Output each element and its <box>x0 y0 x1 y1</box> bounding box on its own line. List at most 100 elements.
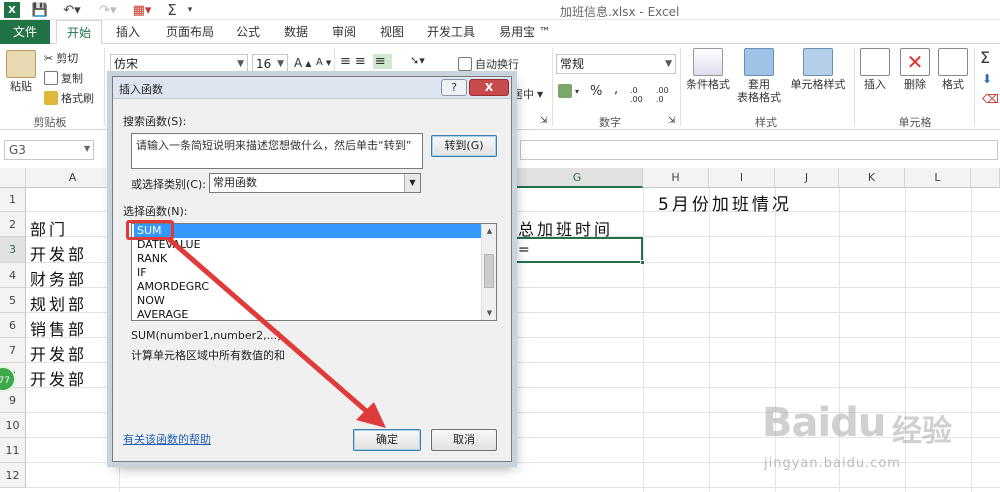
cancel-button[interactable]: 取消 <box>431 429 497 451</box>
tab-formulas[interactable]: 公式 <box>228 20 268 44</box>
shrink-font-button[interactable]: A ▼ <box>316 57 331 68</box>
select-all-corner[interactable] <box>0 168 26 188</box>
dialog-help-button[interactable]: ? <box>441 79 467 96</box>
search-function-input[interactable]: 请输入一条简短说明来描述您想做什么，然后单击“转到” <box>131 133 423 169</box>
formula-input[interactable] <box>520 140 998 160</box>
autosum-icon[interactable]: Σ <box>980 48 990 67</box>
category-select[interactable]: 常用函数 ▼ <box>209 173 421 193</box>
redo-icon[interactable]: ↷▾ <box>96 2 120 18</box>
chevron-down-icon: ▼ <box>537 89 544 99</box>
function-item-average[interactable]: AVERAGE <box>134 308 482 320</box>
align-top-buttons[interactable]: ≡≡ ≡ <box>340 54 392 69</box>
row-header-10[interactable]: 10 <box>0 413 26 438</box>
tab-page-layout[interactable]: 页面布局 <box>158 20 222 44</box>
accounting-format-button[interactable]: ▾ <box>558 84 579 98</box>
delete-cells-button[interactable]: ✕ 删除 <box>898 48 932 91</box>
wrap-text-button[interactable]: 自动换行 <box>458 56 519 72</box>
copy-button[interactable]: 复制 <box>44 70 83 86</box>
chevron-down-icon[interactable]: ▼ <box>404 174 420 192</box>
function-list-scrollbar[interactable]: ▲ ▼ <box>481 224 496 320</box>
scroll-up-icon[interactable]: ▲ <box>482 224 496 238</box>
format-cells-button[interactable]: 格式 <box>936 48 970 91</box>
function-item-now[interactable]: NOW <box>134 294 482 308</box>
function-item-amordegrc[interactable]: AMORDEGRC <box>134 280 482 294</box>
tab-home[interactable]: 开始 <box>56 20 102 44</box>
cell-a2[interactable]: 部门 <box>30 216 68 240</box>
tab-yiyongbao[interactable]: 易用宝 ™ <box>492 20 558 44</box>
cell-a5[interactable]: 规划部 <box>30 291 87 315</box>
column-header-a[interactable]: A <box>26 168 120 188</box>
format-painter-button[interactable]: 格式刷 <box>44 90 94 106</box>
scroll-down-icon[interactable]: ▼ <box>482 306 496 320</box>
row-header-3[interactable]: 3 <box>0 237 26 263</box>
cell-a8[interactable]: 开发部 <box>30 366 87 390</box>
scroll-thumb[interactable] <box>484 254 494 288</box>
row-header-5[interactable]: 5 <box>0 288 26 313</box>
row-header-6[interactable]: 6 <box>0 313 26 338</box>
fill-handle[interactable] <box>640 260 645 265</box>
clear-icon[interactable]: ⌫ <box>982 92 999 106</box>
row-header-1[interactable]: 1 <box>0 188 26 212</box>
increase-decimal-button[interactable]: .0 .00 <box>630 86 650 104</box>
number-dialog-launcher-icon[interactable]: ⇲ <box>668 116 676 126</box>
undo-icon[interactable]: ↶▾ <box>60 2 84 18</box>
comma-button[interactable]: , <box>614 82 618 97</box>
row-header-12[interactable]: 12 <box>0 463 26 488</box>
function-item-if[interactable]: IF <box>134 266 482 280</box>
alignment-dialog-launcher-icon[interactable]: ⇲ <box>540 116 548 126</box>
font-name-select[interactable]: 仿宋 ▼ <box>110 54 248 74</box>
cell-a4[interactable]: 财务部 <box>30 266 87 290</box>
function-list[interactable]: SUM DATEVALUE RANK IF AMORDEGRC NOW AVER… <box>131 223 497 321</box>
tab-file[interactable]: 文件 <box>0 20 50 44</box>
column-header-g[interactable]: G <box>512 168 643 188</box>
tab-developer[interactable]: 开发工具 <box>420 20 482 44</box>
merge-center-button[interactable]: 居中 ▼ <box>512 86 543 102</box>
dialog-close-button[interactable]: X <box>469 79 509 96</box>
column-header-h[interactable]: H <box>643 168 709 188</box>
quick-access-icon[interactable]: ▦▾ <box>130 2 154 18</box>
goto-button[interactable]: 转到(G) <box>431 135 497 157</box>
autosum-quick-icon[interactable]: Σ <box>164 1 180 19</box>
row-header-2[interactable]: 2 <box>0 212 26 237</box>
cell-a6[interactable]: 销售部 <box>30 316 87 340</box>
number-format-select[interactable]: 常规 ▼ <box>556 54 676 74</box>
decrease-decimal-button[interactable]: .00 .0 <box>656 86 676 104</box>
insert-cells-button[interactable]: 插入 <box>858 48 892 91</box>
column-header-k[interactable]: K <box>839 168 905 188</box>
conditional-format-button[interactable]: 条件格式 <box>684 48 732 91</box>
sheet-title-cell[interactable]: 5月份加班情况 <box>658 190 792 215</box>
active-cell-g3[interactable] <box>512 237 645 265</box>
name-box[interactable]: G3 <box>4 140 94 160</box>
fill-icon[interactable]: ⬇ <box>982 72 992 86</box>
cell-a3[interactable]: 开发部 <box>30 241 87 265</box>
column-header-m[interactable] <box>971 168 1000 188</box>
customize-qa-icon[interactable]: ▾ <box>184 2 196 18</box>
tab-view[interactable]: 视图 <box>372 20 412 44</box>
row-header-7[interactable]: 7 <box>0 338 26 363</box>
column-header-j[interactable]: J <box>775 168 839 188</box>
chevron-down-icon[interactable]: ▼ <box>84 144 90 153</box>
column-header-i[interactable]: I <box>709 168 775 188</box>
row-header-11[interactable]: 11 <box>0 438 26 463</box>
save-icon[interactable]: 💾 <box>32 2 48 18</box>
format-as-table-button[interactable]: 套用 表格格式 <box>734 48 784 104</box>
cell-a7[interactable]: 开发部 <box>30 341 87 365</box>
cut-button[interactable]: ✂ 剪切 <box>44 50 78 66</box>
paste-button[interactable]: 粘贴 <box>6 50 36 93</box>
cell-styles-button[interactable]: 单元格样式 <box>788 48 848 91</box>
function-item-datevalue[interactable]: DATEVALUE <box>134 238 482 252</box>
function-help-link[interactable]: 有关该函数的帮助 <box>123 431 211 447</box>
percent-button[interactable]: % <box>590 84 602 99</box>
grow-font-button[interactable]: A ▲ <box>294 56 311 70</box>
dialog-titlebar[interactable]: 插入函数 ? X <box>113 77 511 99</box>
tab-insert[interactable]: 插入 <box>108 20 148 44</box>
ok-button[interactable]: 确定 <box>353 429 421 451</box>
column-header-l[interactable]: L <box>905 168 971 188</box>
tab-data[interactable]: 数据 <box>276 20 316 44</box>
row-header-4[interactable]: 4 <box>0 263 26 288</box>
function-item-sum[interactable]: SUM <box>134 224 482 238</box>
font-size-select[interactable]: 16 ▼ <box>252 54 288 74</box>
orientation-button[interactable]: ➘▾ <box>410 54 425 67</box>
function-item-rank[interactable]: RANK <box>134 252 482 266</box>
tab-review[interactable]: 审阅 <box>324 20 364 44</box>
